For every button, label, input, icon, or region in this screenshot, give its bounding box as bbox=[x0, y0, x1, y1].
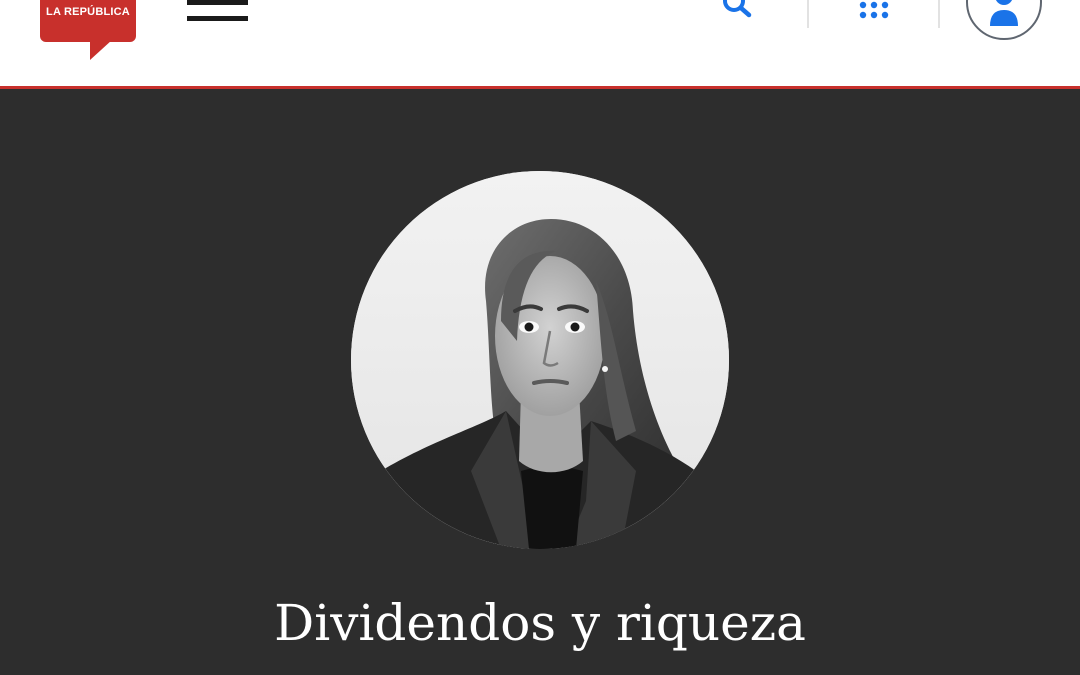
logo-speech-tail bbox=[90, 40, 112, 60]
author-portrait bbox=[351, 171, 729, 549]
column-title: Dividendos y riqueza bbox=[274, 594, 806, 652]
hamburger-menu-icon[interactable] bbox=[187, 0, 248, 24]
la-republica-logo[interactable]: LA REPÚBLICA bbox=[40, 0, 136, 60]
logo-brand-text: LA REPÚBLICA bbox=[46, 6, 130, 18]
site-header: LA REPÚBLICA bbox=[0, 0, 1080, 89]
user-account-icon[interactable] bbox=[966, 0, 1042, 40]
header-divider bbox=[938, 0, 940, 28]
apps-grid-icon[interactable] bbox=[855, 0, 895, 22]
search-icon[interactable] bbox=[716, 0, 756, 26]
header-divider bbox=[807, 0, 809, 28]
logo-badge: LA REPÚBLICA bbox=[40, 0, 136, 42]
